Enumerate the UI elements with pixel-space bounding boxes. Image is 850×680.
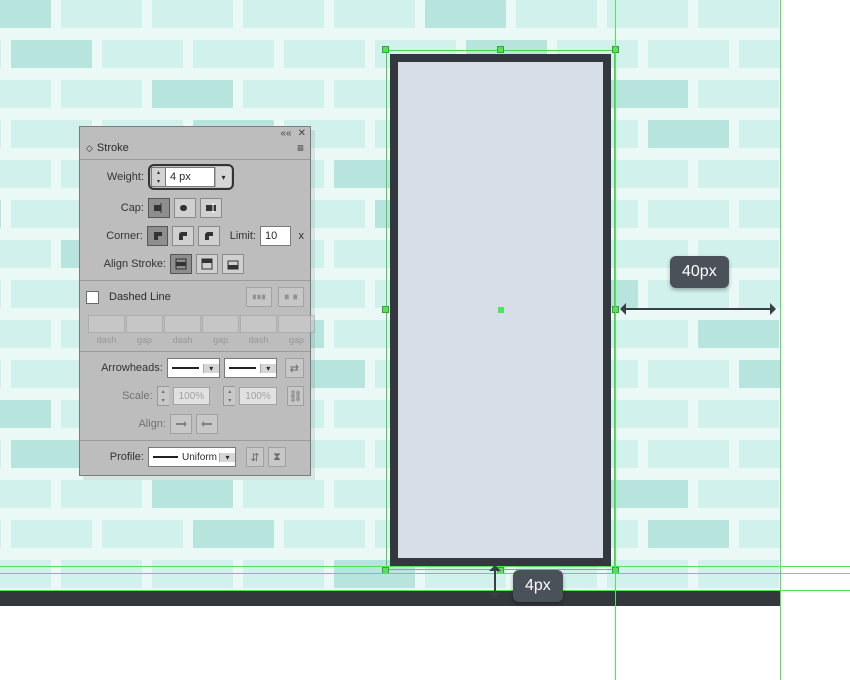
arrowheads-label: Arrowheads: [86,362,163,374]
swap-arrowheads-button[interactable]: ⇄ [285,358,304,378]
align-stroke-outside-button[interactable] [222,254,244,274]
cap-round-button[interactable] [174,198,196,218]
selection-handle-nw[interactable] [382,46,389,53]
dashed-line-label: Dashed Line [109,291,171,303]
dashed-line-checkbox[interactable] [86,291,99,304]
corner-round-button[interactable] [172,226,194,246]
corner-label: Corner: [86,230,143,242]
weight-label: Weight: [86,171,144,183]
flip-across-button[interactable]: ⧗ [268,447,286,467]
arrow-align-tip-button[interactable] [196,414,218,434]
dash-col-label: gap [126,335,163,345]
gap-input-3[interactable] [278,315,315,333]
gap-input-2[interactable] [202,315,239,333]
corner-bevel-button[interactable] [198,226,220,246]
dash-col-label: dash [88,335,125,345]
weight-field-highlight: ▴▾ 4 px ▾ [148,164,234,190]
profile-select[interactable]: Uniform ▾ [148,447,236,467]
link-scale-button[interactable]: ⛓ [287,386,304,406]
arrowhead-start-select[interactable]: ▾ [167,358,220,378]
align-stroke-inside-button[interactable] [196,254,218,274]
dimension-label: 40px [670,256,729,288]
align-stroke-label: Align Stroke: [86,258,166,270]
stroke-panel[interactable]: «« ✕ ◇ Stroke ≡ Weight: ▴▾ 4 px ▾ Cap: C… [79,126,311,476]
align-stroke-center-button[interactable] [170,254,192,274]
guide-horizontal[interactable] [0,590,850,591]
panel-title: Stroke [97,142,129,154]
arrow-scale-label: Scale: [86,390,153,402]
selection-center-handle[interactable] [498,307,504,313]
cap-butt-button[interactable] [148,198,170,218]
panel-expand-icon[interactable]: ◇ [86,143,93,154]
cap-projecting-button[interactable] [200,198,222,218]
selected-rectangle[interactable] [386,50,615,570]
arrow-align-label: Align: [86,418,166,430]
dash-input-3[interactable] [240,315,277,333]
selection-handle-w[interactable] [382,306,389,313]
limit-label: Limit: [230,230,256,242]
dimension-arrow-vertical [494,569,496,595]
arrow-scale-end-stepper[interactable]: ▴▾ [223,386,235,406]
guide-vertical[interactable] [615,0,616,680]
profile-label: Profile: [86,451,144,463]
corner-miter-button[interactable] [147,226,169,246]
limit-unit: x [298,230,304,242]
flip-along-button[interactable]: ⇵ [246,447,264,467]
guide-horizontal[interactable] [0,566,850,567]
guide-vertical[interactable] [780,0,781,680]
artwork-dark-bar [0,591,780,606]
dash-col-label: dash [164,335,201,345]
weight-input[interactable]: 4 px [165,167,215,187]
dash-input-2[interactable] [164,315,201,333]
dash-col-label: gap [278,335,315,345]
panel-collapse-icon[interactable]: «« [280,128,291,139]
selection-handle-n[interactable] [497,46,504,53]
profile-value: Uniform [182,452,217,463]
arrow-scale-end-input[interactable]: 100% [239,387,277,405]
dash-align-corners-button[interactable] [278,287,304,307]
gap-input-1[interactable] [126,315,163,333]
arrowhead-end-select[interactable]: ▾ [224,358,277,378]
arrow-scale-start-input[interactable]: 100% [173,387,211,405]
dimension-arrow-horizontal [624,308,772,310]
dash-preserve-exact-button[interactable] [246,287,272,307]
weight-stepper[interactable]: ▴▾ [151,167,165,187]
panel-close-icon[interactable]: ✕ [298,128,306,139]
dash-col-label: gap [202,335,239,345]
guide-horizontal[interactable] [0,573,850,574]
panel-menu-icon[interactable]: ≡ [297,141,304,155]
dash-input-1[interactable] [88,315,125,333]
cap-label: Cap: [86,202,144,214]
limit-input[interactable]: 10 [260,226,292,246]
weight-dropdown[interactable]: ▾ [215,167,231,187]
dimension-label: 4px [513,570,563,602]
arrow-scale-start-stepper[interactable]: ▴▾ [157,386,169,406]
dash-col-label: dash [240,335,277,345]
arrow-align-extend-button[interactable] [170,414,192,434]
